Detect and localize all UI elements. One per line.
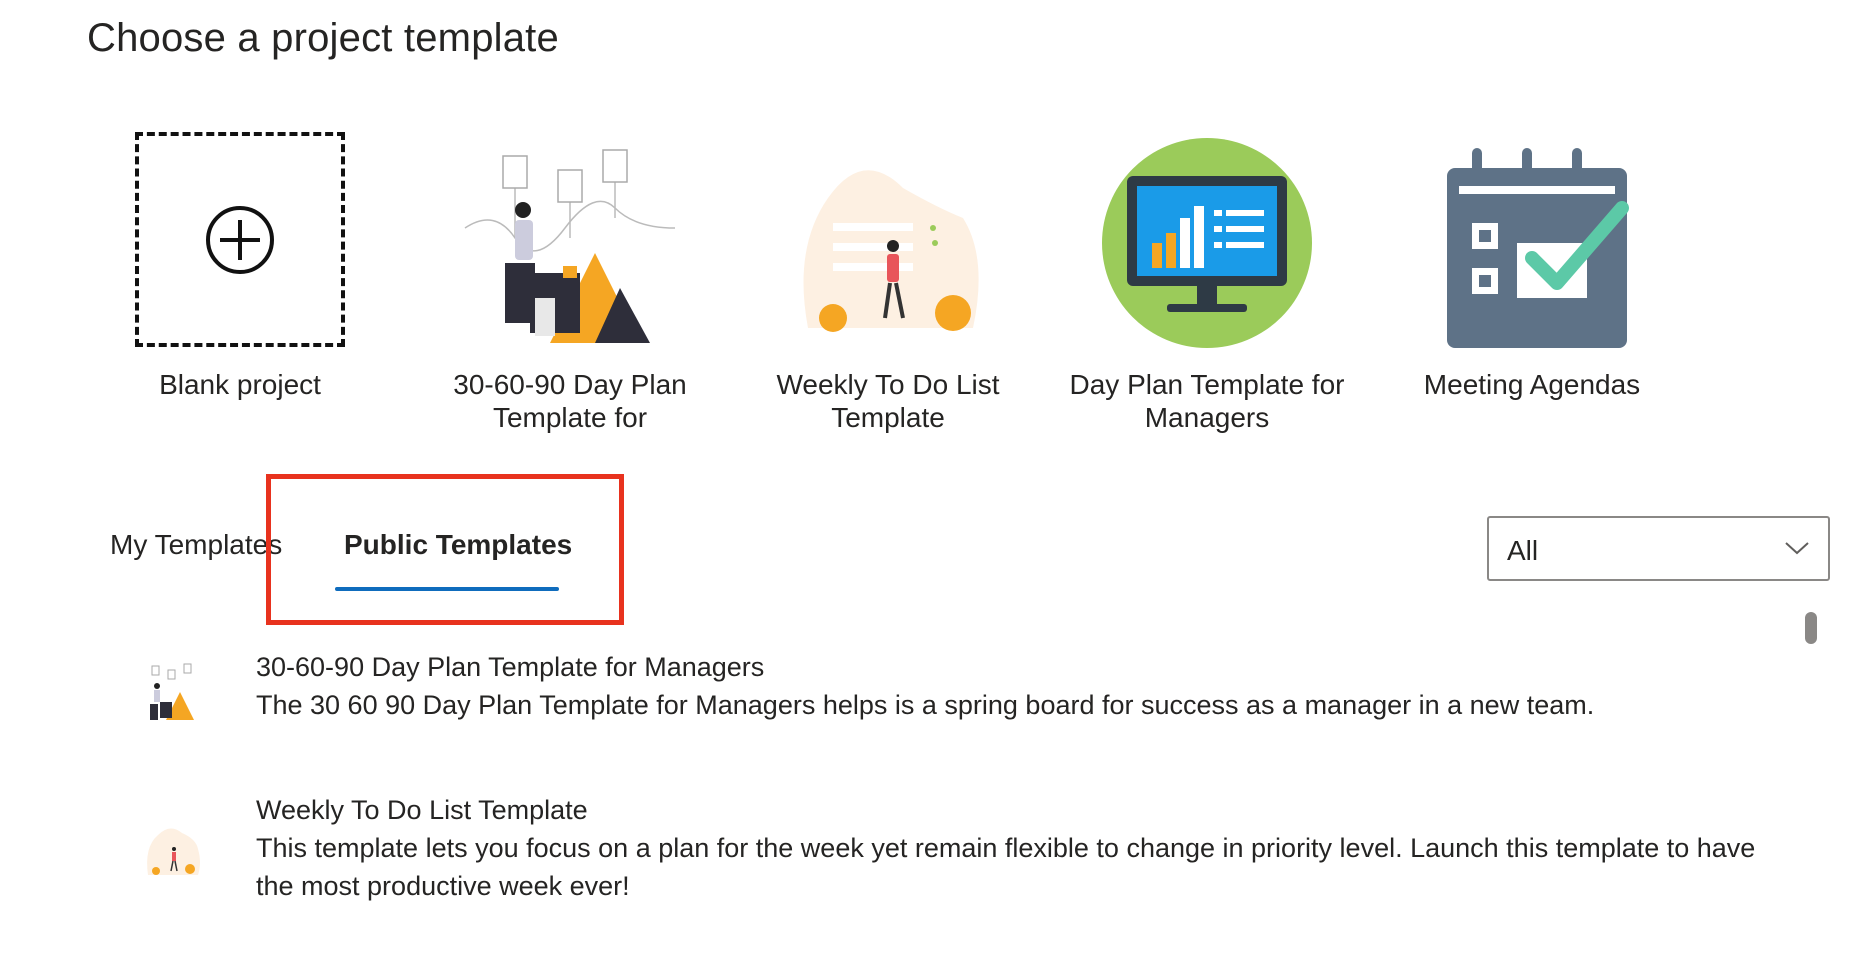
blank-project-box[interactable] xyxy=(135,132,345,347)
list-item-description: This template lets you focus on a plan f… xyxy=(256,833,1756,901)
tile-label-day-plan-managers: Day Plan Template for Managers xyxy=(1069,369,1345,433)
tab-public-templates[interactable]: Public Templates xyxy=(340,525,576,575)
plus-circle-icon xyxy=(206,206,274,274)
filter-selected-value: All xyxy=(1507,535,1539,566)
active-tab-indicator xyxy=(335,587,559,591)
template-tile-30-60-90[interactable]: 30-60-90 Day Plan Template for xyxy=(420,120,720,450)
tile-label-blank-project: Blank project xyxy=(159,369,321,400)
template-tile-day-plan-managers[interactable]: Day Plan Template for Managers xyxy=(1057,120,1357,450)
woman-mountains-thumbnail xyxy=(150,663,194,720)
chevron-down-icon xyxy=(1785,542,1809,555)
page-title: Choose a project template xyxy=(87,16,559,60)
blank-project-tile[interactable]: Blank project xyxy=(90,120,390,450)
woman-walking-illustration xyxy=(803,170,979,332)
featured-templates: Blank project 30-60-90 Day Plan Template… xyxy=(0,120,1850,450)
tile-label-meeting-agendas: Meeting Agendas xyxy=(1423,369,1641,400)
category-filter-dropdown[interactable]: All xyxy=(1487,516,1830,581)
list-item[interactable]: 30-60-90 Day Plan Template for Managers … xyxy=(0,650,1850,760)
list-item-title: 30-60-90 Day Plan Template for Managers xyxy=(256,652,765,682)
scrollbar-thumb[interactable] xyxy=(1805,612,1817,644)
calendar-check-icon xyxy=(1447,148,1629,348)
template-tile-weekly-todo[interactable]: Weekly To Do List Template xyxy=(738,120,1038,450)
woman-walking-thumbnail xyxy=(147,828,200,875)
list-item-title: Weekly To Do List Template xyxy=(256,795,588,825)
woman-mountains-illustration xyxy=(464,149,676,343)
tile-label-weekly-todo: Weekly To Do List Template xyxy=(776,369,1000,433)
template-tile-meeting-agendas[interactable]: Meeting Agendas xyxy=(1382,120,1682,450)
tab-my-templates[interactable]: My Templates xyxy=(106,525,286,575)
tile-label-30-60-90: 30-60-90 Day Plan Template for xyxy=(453,369,687,433)
list-item-description: The 30 60 90 Day Plan Template for Manag… xyxy=(256,690,1595,720)
monitor-chart-illustration xyxy=(1102,138,1312,348)
list-item[interactable]: Weekly To Do List Template This template… xyxy=(0,795,1850,935)
